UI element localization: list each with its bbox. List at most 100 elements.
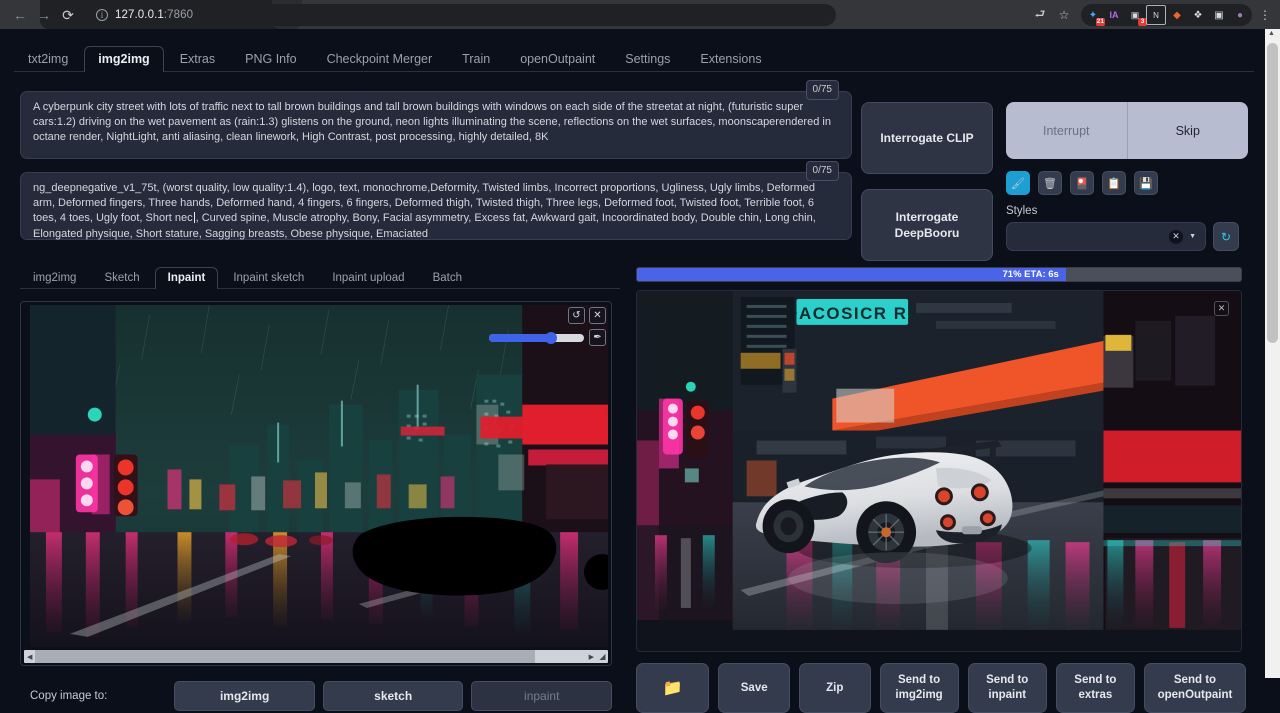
- site-info-icon[interactable]: i: [96, 9, 108, 21]
- clear-prompt-button[interactable]: 🗑: [1038, 171, 1062, 195]
- refresh-icon[interactable]: ↻: [1213, 222, 1239, 251]
- send-to-extras-line2: extras: [1078, 688, 1112, 703]
- url-host: 127.0.0.1: [115, 9, 164, 21]
- inpaint-canvas[interactable]: ↺ ✕ ✒ ◀ ▶ ◢: [20, 301, 612, 666]
- star-icon[interactable]: ☆: [1053, 4, 1075, 26]
- save-button[interactable]: Save: [718, 663, 790, 713]
- tab-openoutpaint[interactable]: openOutpaint: [506, 46, 609, 72]
- scrollbar-thumb[interactable]: [1267, 43, 1278, 343]
- reload-icon[interactable]: ⟳: [56, 3, 80, 27]
- copy-to-inpaint-button[interactable]: inpaint: [471, 681, 612, 711]
- open-folder-button[interactable]: 📁: [636, 663, 709, 713]
- extension-square-icon[interactable]: ▣: [1209, 5, 1229, 25]
- extension-ia-icon[interactable]: IA: [1104, 5, 1124, 25]
- canvas-horizontal-scrollbar[interactable]: ◀ ▶ ◢: [24, 650, 608, 663]
- send-to-extras-line1: Send to: [1074, 673, 1116, 688]
- browser-chrome: ← → ⟳ i 127.0.0.1:7860 ⮐ ☆ ✦21 IA ▣3 N ◆…: [0, 0, 1280, 29]
- extension-screen-icon[interactable]: ▣3: [1125, 5, 1145, 25]
- slider-fill: [489, 334, 551, 342]
- canvas-tool-buttons: ↺ ✕: [568, 307, 606, 324]
- page-scrollbar[interactable]: ▲: [1265, 29, 1280, 678]
- styles-dropdown[interactable]: ✕ ▼: [1006, 222, 1206, 251]
- brush-controls: ✒: [489, 329, 606, 346]
- undo-icon[interactable]: ↺: [568, 307, 585, 324]
- extension-puzzle-icon[interactable]: ❖: [1188, 5, 1208, 25]
- extension-notion-icon[interactable]: N: [1146, 5, 1166, 25]
- tab-png-info[interactable]: PNG Info: [231, 46, 310, 72]
- extensions-group: ✦21 IA ▣3 N ◆ ❖ ▣ ●: [1081, 4, 1252, 26]
- generated-image[interactable]: DACOSICR RL: [637, 291, 1241, 652]
- kebab-menu-icon[interactable]: ⋮: [1254, 4, 1276, 26]
- tab-extras[interactable]: Extras: [166, 46, 229, 72]
- clear-x-icon[interactable]: ✕: [1169, 230, 1183, 244]
- subtab-batch[interactable]: Batch: [420, 267, 475, 289]
- save-style-button[interactable]: 💾: [1134, 171, 1158, 195]
- cyberpunk-street-image: [30, 305, 608, 647]
- send-to-inpaint-button[interactable]: Send to inpaint: [968, 663, 1047, 713]
- result-gallery[interactable]: DACOSICR RL: [636, 290, 1242, 652]
- back-arrow-icon[interactable]: ←: [8, 3, 32, 27]
- close-x-icon[interactable]: ✕: [1214, 301, 1229, 316]
- subtab-img2img[interactable]: img2img: [20, 267, 89, 289]
- resize-grip-icon[interactable]: ◢: [597, 650, 608, 663]
- scrollbar-track[interactable]: [35, 650, 585, 663]
- apply-style-button[interactable]: 📋: [1102, 171, 1126, 195]
- url-port: :7860: [164, 9, 193, 21]
- subtab-inpaint-upload[interactable]: Inpaint upload: [319, 267, 417, 289]
- webui-app: txt2img img2img Extras PNG Info Checkpoi…: [0, 29, 1265, 678]
- chevron-down-icon[interactable]: ▼: [1189, 233, 1196, 240]
- share-icon[interactable]: ⮐: [1029, 4, 1051, 26]
- tab-extensions[interactable]: Extensions: [686, 46, 775, 72]
- scroll-up-arrow[interactable]: ▲: [1268, 30, 1275, 37]
- extension-blue-icon[interactable]: ✦21: [1083, 5, 1103, 25]
- scroll-right-arrow[interactable]: ▶: [586, 653, 597, 661]
- prompt-area: 0/75 A cyberpunk city street with lots o…: [20, 91, 852, 240]
- tab-settings[interactable]: Settings: [611, 46, 684, 72]
- source-image[interactable]: [30, 305, 608, 647]
- interrupt-button[interactable]: Interrupt: [1006, 102, 1128, 159]
- extension-color-icon[interactable]: ◆: [1167, 5, 1187, 25]
- copy-to-img2img-button[interactable]: img2img: [174, 681, 315, 711]
- zip-button[interactable]: Zip: [799, 663, 871, 713]
- extension-globe-icon[interactable]: ●: [1230, 5, 1250, 25]
- negative-prompt-textarea[interactable]: 0/75 ng_deepnegative_v1_75t, (worst qual…: [20, 172, 852, 240]
- send-to-img2img-button[interactable]: Send to img2img: [880, 663, 959, 713]
- text-cursor: [194, 212, 195, 223]
- scroll-left-arrow[interactable]: ◀: [24, 653, 35, 661]
- send-to-img2img-line1: Send to: [898, 673, 940, 688]
- brush-size-slider[interactable]: [489, 334, 584, 342]
- browser-toolbar-icons: ⮐ ☆ ✦21 IA ▣3 N ◆ ❖ ▣ ● ⋮: [1029, 4, 1276, 26]
- tab-train[interactable]: Train: [448, 46, 504, 72]
- slider-knob[interactable]: [545, 332, 557, 344]
- interrogate-deepbooru-line2: DeepBooru: [895, 225, 960, 241]
- brush-icon[interactable]: ✒: [589, 329, 606, 346]
- subtab-inpaint-sketch[interactable]: Inpaint sketch: [220, 267, 317, 289]
- send-to-openoutpaint-line1: Send to: [1174, 673, 1216, 688]
- img2img-mode-tab-bar: img2img Sketch Inpaint Inpaint sketch In…: [20, 261, 620, 289]
- extra-networks-button[interactable]: 🎴: [1070, 171, 1094, 195]
- copy-to-sketch-button[interactable]: sketch: [323, 681, 464, 711]
- generate-column: Interrupt Skip 🖌 🗑 🎴 📋 💾 Styles ✕ ▼ ↻: [1006, 102, 1248, 251]
- tab-checkpoint-merger[interactable]: Checkpoint Merger: [313, 46, 447, 72]
- forward-arrow-icon[interactable]: →: [32, 3, 56, 27]
- send-to-extras-button[interactable]: Send to extras: [1056, 663, 1135, 713]
- subtab-inpaint[interactable]: Inpaint: [155, 267, 219, 289]
- tab-txt2img[interactable]: txt2img: [14, 46, 82, 72]
- interrogate-deepbooru-button[interactable]: Interrogate DeepBooru: [861, 189, 993, 261]
- address-bar[interactable]: i 127.0.0.1:7860: [86, 4, 836, 26]
- restore-progress-button[interactable]: 🖌: [1006, 171, 1030, 195]
- styles-row: ✕ ▼ ↻: [1006, 222, 1248, 251]
- close-x-icon[interactable]: ✕: [589, 307, 606, 324]
- scrollbar-thumb[interactable]: [35, 650, 535, 663]
- interrogate-deepbooru-line1: Interrogate: [896, 209, 959, 225]
- send-to-openoutpaint-line2: openOutpaint: [1158, 688, 1233, 703]
- tab-img2img[interactable]: img2img: [84, 46, 163, 72]
- copy-image-label: Copy image to:: [20, 690, 174, 702]
- interrogate-clip-button[interactable]: Interrogate CLIP: [861, 102, 993, 174]
- prompt-textarea[interactable]: 0/75 A cyberpunk city street with lots o…: [20, 91, 852, 159]
- subtab-sketch[interactable]: Sketch: [91, 267, 152, 289]
- skip-button[interactable]: Skip: [1128, 102, 1249, 159]
- prompt-token-counter: 0/75: [806, 80, 839, 100]
- send-to-openoutpaint-button[interactable]: Send to openOutpaint: [1144, 663, 1246, 713]
- url-text: 127.0.0.1:7860: [115, 9, 193, 21]
